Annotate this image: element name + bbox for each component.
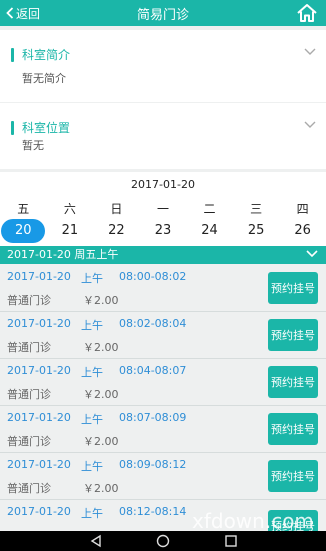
app-header: 返回 简易门诊: [0, 0, 326, 26]
date-picker: 2017-01-20 五 六 日 一 二 三 四 20 21 22 23 24 …: [0, 172, 326, 246]
period-label: 2017-01-20 周五上午: [7, 248, 119, 261]
slot-ampm: 上午: [81, 460, 103, 473]
intro-body: 暂无简介: [22, 72, 66, 85]
day-number[interactable]: 20: [1, 219, 46, 243]
slot-type: 普通门诊: [7, 388, 51, 401]
home-circle-icon[interactable]: [156, 534, 170, 548]
location-header: 科室位置: [11, 119, 70, 136]
page-title: 简易门诊: [136, 8, 189, 23]
slot-date: 2017-01-20: [7, 317, 71, 330]
intro-header: 科室简介: [11, 46, 70, 63]
intro-title: 科室简介: [22, 48, 71, 62]
slot-type: 普通门诊: [7, 435, 51, 448]
weekday-label: 五: [17, 202, 30, 216]
book-button[interactable]: 预约挂号: [268, 366, 318, 398]
day-cell-selected[interactable]: 20: [0, 219, 47, 243]
intro-section[interactable]: 科室简介 暂无简介: [0, 30, 326, 102]
slot-row: 2017-01-20 上午 08:02-08:04 普通门诊 ￥2.00 预约挂号: [0, 312, 326, 359]
day-cell[interactable]: 23: [140, 219, 187, 243]
slot-date: 2017-01-20: [7, 411, 71, 424]
home-button[interactable]: [296, 2, 318, 24]
day-cell[interactable]: 24: [186, 219, 233, 243]
weekday-label: 六: [63, 202, 76, 216]
slot-row: 2017-01-20 上午 08:04-08:07 普通门诊 ￥2.00 预约挂号: [0, 359, 326, 406]
selected-date: 2017-01-20: [131, 178, 195, 191]
slot-ampm: 上午: [81, 507, 103, 520]
watermark: xfdown.com: [192, 509, 314, 533]
weekday-label: 二: [203, 202, 216, 216]
location-section[interactable]: 科室位置 暂无: [0, 103, 326, 169]
system-nav-bar: [0, 531, 326, 551]
slot-time: 08:04-08:07: [119, 364, 187, 377]
weekday-label: 四: [296, 202, 309, 216]
slot-price: ￥2.00: [83, 435, 119, 448]
slot-date: 2017-01-20: [7, 364, 71, 377]
slot-date: 2017-01-20: [7, 270, 71, 283]
day-cell[interactable]: 26: [279, 219, 326, 243]
chevron-down-icon: [306, 250, 318, 258]
book-button[interactable]: 预约挂号: [268, 272, 318, 304]
slot-row: 2017-01-20 上午 08:09-08:12 普通门诊 ￥2.00 预约挂号: [0, 453, 326, 500]
weekday-label: 日: [110, 202, 123, 216]
weekday-label: 一: [156, 202, 169, 216]
slot-ampm: 上午: [81, 413, 103, 426]
slot-price: ￥2.00: [83, 294, 119, 307]
slot-type: 普通门诊: [7, 294, 51, 307]
back-triangle-icon[interactable]: [89, 534, 103, 548]
weekday-label: 三: [250, 202, 263, 216]
day-cell[interactable]: 21: [47, 219, 94, 243]
day-cell[interactable]: 22: [93, 219, 140, 243]
slot-time: 08:02-08:04: [119, 317, 187, 330]
slot-date: 2017-01-20: [7, 458, 71, 471]
home-icon: [297, 4, 317, 22]
book-button[interactable]: 预约挂号: [268, 460, 318, 492]
slot-row: 2017-01-20 上午 08:07-08:09 普通门诊 ￥2.00 预约挂号: [0, 406, 326, 453]
slot-type: 普通门诊: [7, 482, 51, 495]
slot-time: 08:09-08:12: [119, 458, 187, 471]
slot-type: 普通门诊: [7, 341, 51, 354]
slot-time: 08:12-08:14: [119, 505, 187, 518]
slot-ampm: 上午: [81, 366, 103, 379]
location-title: 科室位置: [22, 121, 71, 135]
accent-bar: [11, 47, 14, 62]
slot-time: 08:07-08:09: [119, 411, 187, 424]
book-button[interactable]: 预约挂号: [268, 413, 318, 445]
day-row: 20 21 22 23 24 25 26: [0, 219, 326, 243]
slot-price: ￥2.00: [83, 482, 119, 495]
location-body: 暂无: [22, 139, 44, 152]
slot-price: ￥2.00: [83, 388, 119, 401]
slot-ampm: 上午: [81, 272, 103, 285]
slot-price: ￥2.00: [83, 341, 119, 354]
chevron-down-icon[interactable]: [304, 48, 316, 56]
slot-ampm: 上午: [81, 319, 103, 332]
slot-row: 2017-01-20 上午 08:00-08:02 普通门诊 ￥2.00 预约挂号: [0, 265, 326, 312]
weekday-row: 五 六 日 一 二 三 四: [0, 200, 326, 217]
accent-bar: [11, 120, 14, 135]
day-cell[interactable]: 25: [233, 219, 280, 243]
period-header[interactable]: 2017-01-20 周五上午: [0, 246, 326, 264]
recents-square-icon[interactable]: [224, 534, 238, 548]
slot-date: 2017-01-20: [7, 505, 71, 518]
slot-time: 08:00-08:02: [119, 270, 187, 283]
book-button[interactable]: 预约挂号: [268, 319, 318, 351]
chevron-down-icon[interactable]: [304, 121, 316, 129]
